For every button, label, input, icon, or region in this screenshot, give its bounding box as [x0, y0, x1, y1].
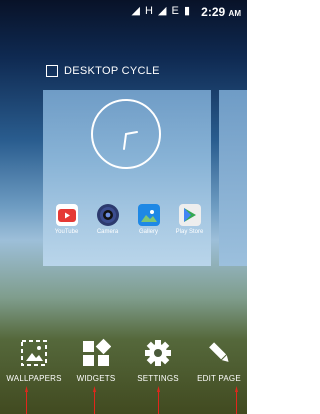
signal-icons: ◢ H ◢ E ▮ [131, 5, 191, 17]
camera-icon [96, 204, 119, 226]
wallpapers-button[interactable]: WALLPAPERS [6, 338, 62, 383]
app-label-play-store: Play Store [175, 229, 204, 235]
home-screen-editor: ◢ H ◢ E ▮ 2:29 AM DESKTOP CYCLE YouTube … [0, 0, 247, 414]
gallery-icon [137, 204, 160, 226]
desktop-cycle-toggle[interactable]: DESKTOP CYCLE [46, 65, 160, 77]
app-label-youtube: YouTube [54, 229, 79, 235]
pointer-arrow-4 [235, 386, 238, 414]
time-value: 2:29 [201, 5, 226, 19]
pointer-arrow-2 [93, 386, 96, 414]
edit-mode-toolbar: WALLPAPERS WIDGETS SETTINGS EDIT PAGE [0, 330, 247, 390]
play-store-icon [178, 204, 201, 226]
wallpapers-label: WALLPAPERS [6, 374, 62, 383]
desktop-cycle-checkbox[interactable] [46, 65, 58, 77]
app-camera[interactable]: Camera [90, 204, 126, 235]
youtube-icon [55, 204, 78, 226]
settings-gear-icon [145, 340, 171, 366]
app-row: YouTube Camera Gallery Play Store [46, 204, 210, 235]
app-play-store[interactable]: Play Store [172, 204, 208, 235]
clock-hands-icon [123, 131, 138, 150]
pointer-arrow-3 [157, 386, 160, 414]
app-gallery[interactable]: Gallery [131, 204, 167, 235]
widgets-label: WIDGETS [76, 374, 116, 383]
pencil-icon [209, 342, 229, 362]
app-label-gallery: Gallery [138, 229, 158, 235]
edit-page-button[interactable]: EDIT PAGE [193, 338, 245, 383]
widgets-button[interactable]: WIDGETS [72, 338, 120, 383]
analog-clock-widget[interactable] [91, 99, 161, 169]
settings-button[interactable]: SETTINGS [133, 338, 183, 383]
next-page-preview[interactable] [219, 90, 247, 266]
time-ampm: AM [228, 9, 241, 18]
edit-page-label: EDIT PAGE [197, 374, 241, 383]
settings-label: SETTINGS [137, 374, 179, 383]
wallpaper-icon [21, 340, 47, 366]
status-time: 2:29 AM [201, 5, 241, 19]
pointer-arrow-1 [25, 386, 28, 414]
app-youtube[interactable]: YouTube [49, 204, 85, 235]
desktop-cycle-label: DESKTOP CYCLE [64, 65, 160, 77]
widgets-icon [83, 338, 111, 366]
app-label-camera: Camera [96, 229, 119, 235]
status-bar: ◢ H ◢ E ▮ 2:29 AM [0, 0, 247, 24]
